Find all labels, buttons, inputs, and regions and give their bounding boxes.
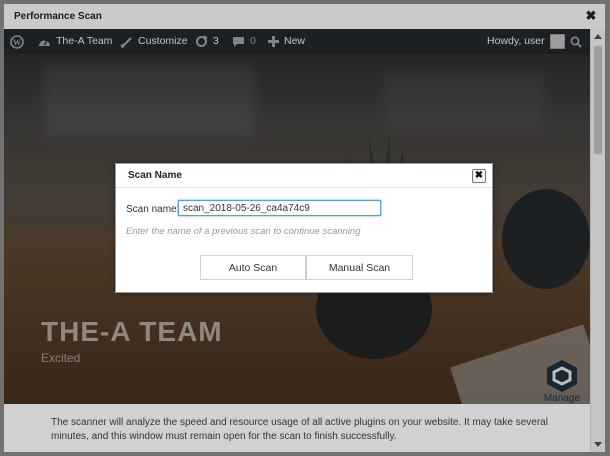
scan-name-hint: Enter the name of a previous scan to con…	[126, 226, 361, 237]
dialog-close-icon[interactable]: ✖	[472, 169, 486, 183]
scan-name-label: Scan name:	[126, 204, 180, 215]
dialog-title: Scan Name	[128, 170, 182, 181]
auto-scan-button[interactable]: Auto Scan	[200, 255, 306, 280]
scan-name-dialog: Scan Name ✖ Scan name: Enter the name of…	[115, 163, 493, 293]
dialog-titlebar: Scan Name ✖	[116, 164, 492, 188]
manual-scan-button[interactable]: Manual Scan	[306, 255, 413, 280]
scan-name-input[interactable]	[178, 200, 381, 216]
